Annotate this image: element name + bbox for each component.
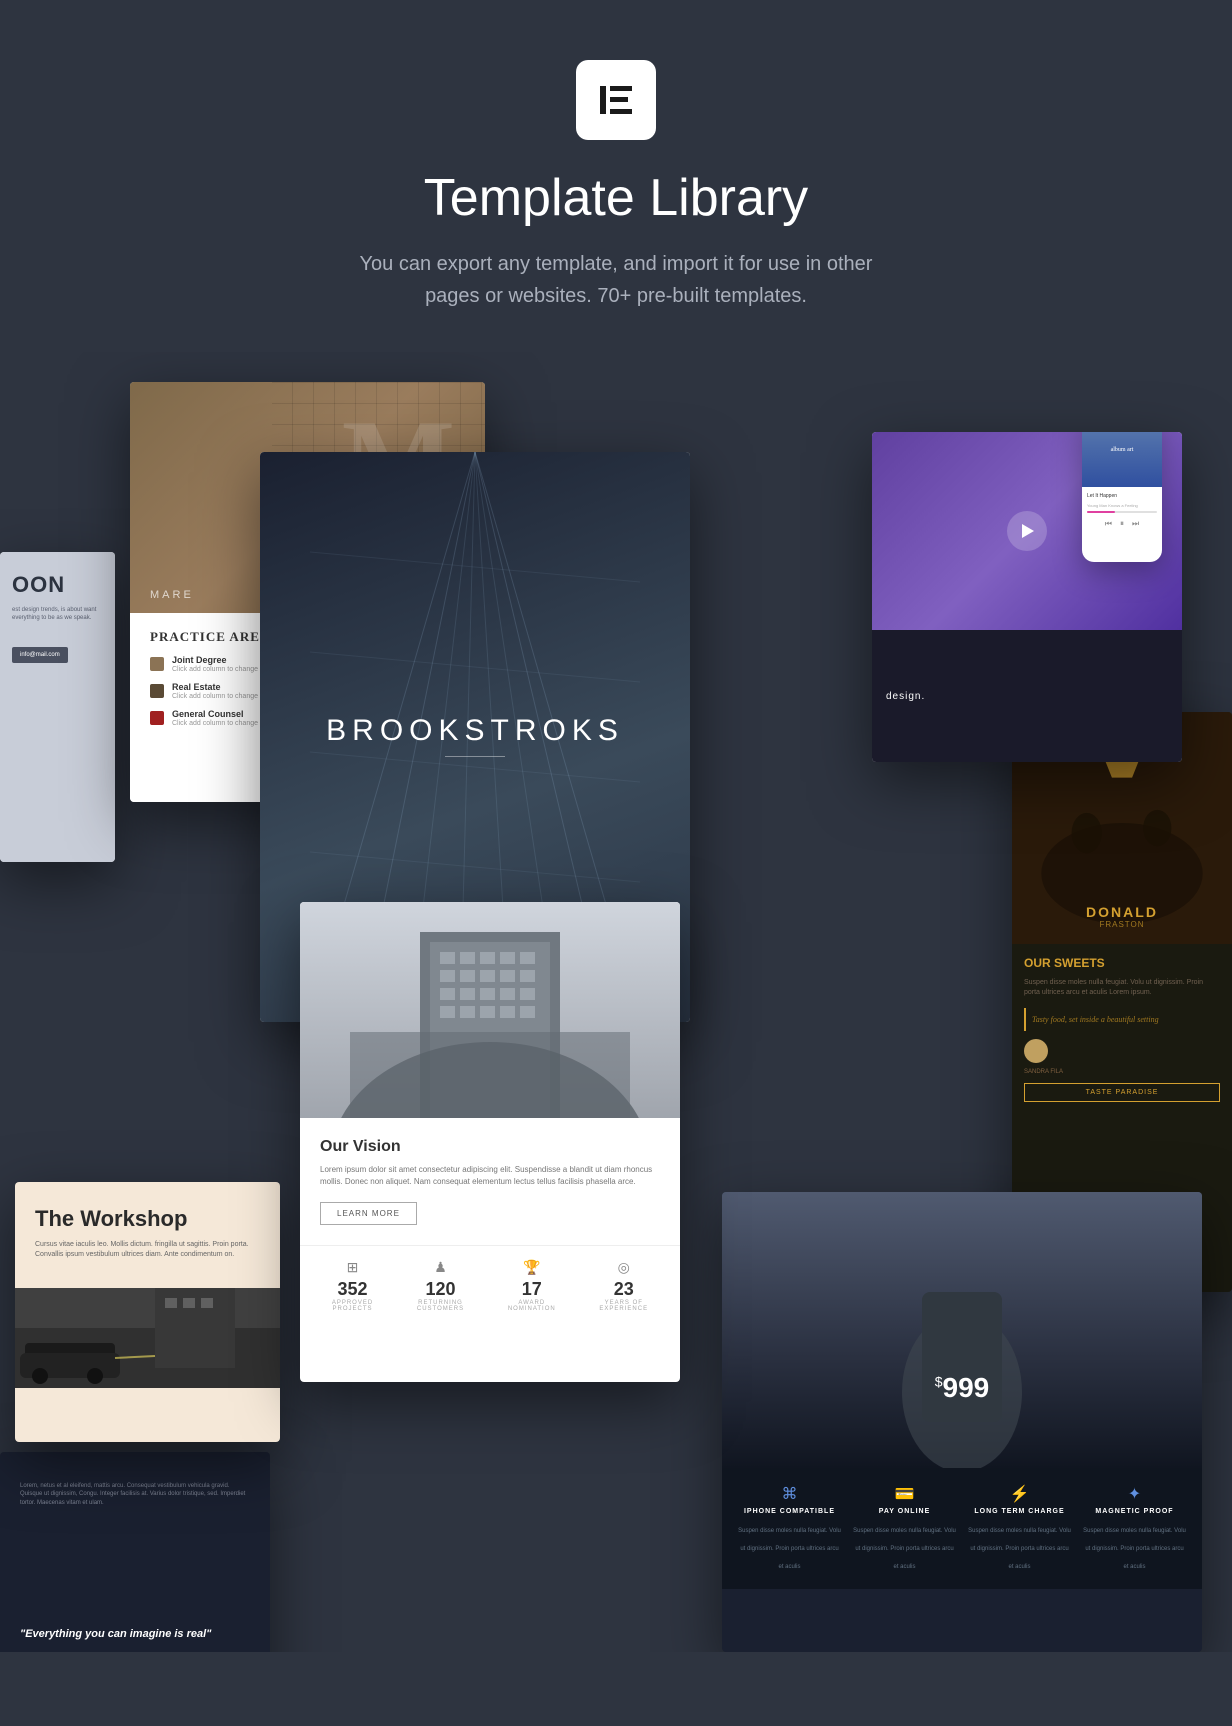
page-subtitle: You can export any template, and import … <box>336 248 896 312</box>
template-card-moon[interactable]: OON est design trends, is about want eve… <box>0 552 115 862</box>
workshop-image <box>15 1288 280 1388</box>
shop-feature-pay: 💳 PAY ONLINE Suspen disse moles nulla fe… <box>847 1484 962 1573</box>
music-play-btn[interactable] <box>1007 511 1047 551</box>
shop-feature-magnetic: ✦ MAGNETIC PROOF Suspen disse moles null… <box>1077 1484 1192 1573</box>
shop-feature-iphone: ⌘ IPHONE COMPATIBLE Suspen disse moles n… <box>732 1484 847 1573</box>
moon-email-btn[interactable]: info@mail.com <box>12 647 68 663</box>
sweets-btn[interactable]: TASTE PARADISE <box>1024 1083 1220 1102</box>
pay-icon: 💳 <box>853 1484 956 1504</box>
music-phone: album art Let It Happen Young Man Knows … <box>1082 432 1162 562</box>
shop-price: $999 <box>935 1372 990 1404</box>
stat-label-customers: RETURNINGCUSTOMERS <box>417 1300 464 1312</box>
stat-icon-experience: ◎ <box>599 1260 648 1277</box>
brookstroks-title: BROOKSTROKS <box>326 714 624 748</box>
practice-icon-1 <box>150 657 164 671</box>
stat-icon-awards: 🏆 <box>508 1260 556 1277</box>
music-bottom-text: design. <box>886 691 925 702</box>
stat-label-projects: APPROVEDPROJECTS <box>332 1300 373 1312</box>
iphone-icon: ⌘ <box>738 1484 841 1504</box>
workshop-title: The Workshop <box>35 1206 260 1232</box>
stat-customers: ♟ 120 RETURNINGCUSTOMERS <box>417 1260 464 1312</box>
shop-features: ⌘ IPHONE COMPATIBLE Suspen disse moles n… <box>722 1468 1202 1589</box>
stat-number-projects: 352 <box>332 1279 373 1300</box>
templates-showcase: OON est design trends, is about want eve… <box>0 352 1232 1652</box>
shop-feature-charge: ⚡ LONG TERM CHARGE Suspen disse moles nu… <box>962 1484 1077 1573</box>
template-card-vision[interactable]: Our Vision Lorem ipsum dolor sit amet co… <box>300 902 680 1382</box>
vision-title: Our Vision <box>320 1138 660 1156</box>
sweets-author: SANDRA FILA <box>1024 1069 1220 1075</box>
moon-text: est design trends, is about want everyth… <box>12 606 103 623</box>
workshop-text: Cursus vitae iaculis leo. Mollis dictum.… <box>35 1240 260 1260</box>
sweets-text: Suspen disse moles nulla feugiat. Volu u… <box>1024 978 1220 998</box>
restaurant-name-sub: FRASTON <box>1086 920 1158 929</box>
magnetic-icon: ✦ <box>1083 1484 1186 1504</box>
charge-icon: ⚡ <box>968 1484 1071 1504</box>
stat-icon-customers: ♟ <box>417 1260 464 1277</box>
stat-awards: 🏆 17 AWARDNOMINATION <box>508 1260 556 1312</box>
practice-icon-3 <box>150 711 164 725</box>
practice-icon-2 <box>150 684 164 698</box>
stat-experience: ◎ 23 YEARS OFEXPERIENCE <box>599 1260 648 1312</box>
stat-icon-projects: ⊞ <box>332 1260 373 1277</box>
vision-text: Lorem ipsum dolor sit amet consectetur a… <box>320 1164 660 1188</box>
header-section: Template Library You can export any temp… <box>0 0 1232 352</box>
stat-label-awards: AWARDNOMINATION <box>508 1300 556 1312</box>
stat-number-experience: 23 <box>599 1279 648 1300</box>
moon-title: OON <box>12 572 103 598</box>
brookstroks-divider <box>445 756 505 757</box>
stat-number-awards: 17 <box>508 1279 556 1300</box>
template-card-workshop[interactable]: The Workshop Cursus vitae iaculis leo. M… <box>15 1182 280 1442</box>
vision-btn[interactable]: LEARN MORE <box>320 1202 417 1225</box>
page-title: Template Library <box>424 168 808 228</box>
stat-label-experience: YEARS OFEXPERIENCE <box>599 1300 648 1312</box>
elementor-logo <box>576 60 656 140</box>
template-card-quote[interactable]: Lorem, netus et al eleifend, mattis arcu… <box>0 1452 270 1652</box>
our-sweets-title: OUR SWEETS <box>1024 956 1220 970</box>
template-card-shop[interactable]: $999 BUY NOW For more details Visit our … <box>722 1192 1202 1652</box>
stat-number-customers: 120 <box>417 1279 464 1300</box>
quote-body: Lorem, netus et al eleifend, mattis arcu… <box>20 1482 250 1507</box>
template-card-music[interactable]: album art Let It Happen Young Man Knows … <box>872 432 1182 762</box>
stat-projects: ⊞ 352 APPROVEDPROJECTS <box>332 1260 373 1312</box>
quote-text: "Everything you can imagine is real" <box>20 1507 250 1652</box>
sweets-avatar <box>1024 1039 1048 1063</box>
sweets-quote: Tasty food, set inside a beautiful setti… <box>1024 1008 1220 1031</box>
restaurant-name-text: DONALD <box>1086 904 1158 920</box>
marble-label: MARE <box>150 589 194 601</box>
logo-icon <box>594 78 638 122</box>
